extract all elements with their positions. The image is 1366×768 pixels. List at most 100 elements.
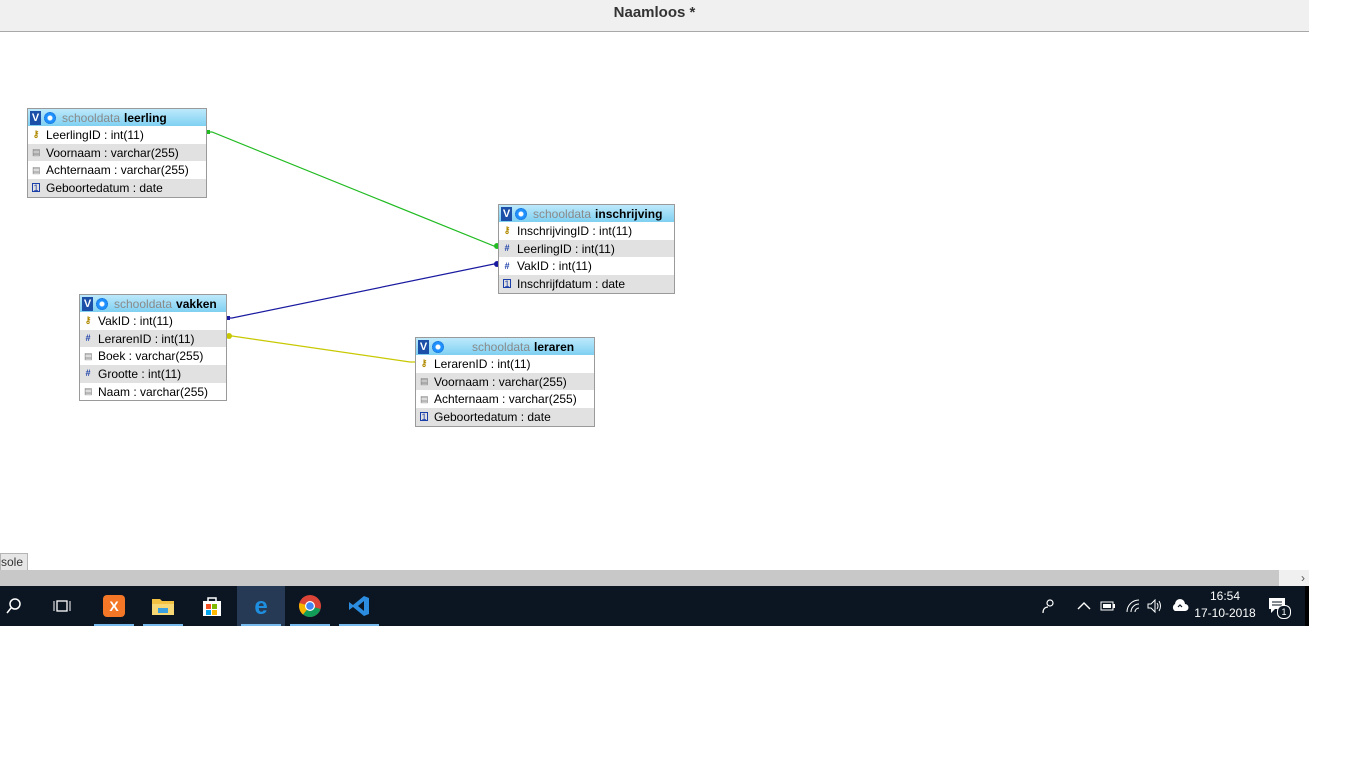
collapse-icon[interactable]: V — [501, 206, 512, 221]
notification-count: 1 — [1277, 605, 1291, 619]
column-row[interactable]: 1 Inschrijfdatum : date — [499, 275, 674, 293]
scroll-right-icon[interactable]: › — [1279, 570, 1309, 586]
horizontal-scrollbar[interactable]: › — [0, 570, 1309, 586]
table-schema: schooldata — [472, 339, 531, 354]
store-icon[interactable] — [188, 586, 236, 626]
collapse-icon[interactable]: V — [418, 339, 429, 354]
file-explorer-icon[interactable] — [139, 586, 187, 626]
column-label: Voornaam : varchar(255) — [434, 374, 567, 389]
date-icon: 1 — [503, 279, 511, 290]
column-label: LeerlingID : int(11) — [517, 241, 615, 256]
key-icon: ⚷ — [503, 225, 511, 236]
column-row[interactable]: 1 Geboortedatum : date — [416, 408, 594, 426]
column-label: LerarenID : int(11) — [98, 331, 195, 346]
gear-icon[interactable] — [515, 207, 527, 220]
table-name: leraren — [534, 339, 575, 354]
table-vakken[interactable]: V schooldata vakken ⚷ VakID : int(11) # Le… — [79, 294, 227, 402]
index-icon: # — [85, 333, 91, 344]
text-icon: ▤ — [84, 386, 93, 397]
column-row[interactable]: ▤ Voornaam : varchar(255) — [416, 372, 594, 391]
table-leerling[interactable]: V schooldata leerling ⚷ LeerlingID : int(… — [27, 108, 207, 198]
text-icon: ▤ — [84, 350, 93, 361]
relation-vakken-inschrijving — [227, 263, 499, 319]
column-row[interactable]: ▤ Boek : varchar(255) — [80, 347, 226, 365]
xampp-icon[interactable]: X — [90, 586, 138, 626]
gear-icon[interactable] — [432, 340, 444, 353]
battery-icon[interactable] — [1100, 586, 1116, 626]
relation-vakken-leraren — [227, 335, 415, 363]
window-title: Naamloos * — [613, 4, 696, 21]
cloud-upload-icon[interactable] — [1171, 586, 1189, 626]
table-leraren[interactable]: V schooldata leraren ⚷ LerarenID : int(11… — [415, 337, 595, 427]
column-label: Achternaam : varchar(255) — [46, 163, 189, 178]
column-label: LeerlingID : int(11) — [46, 127, 144, 142]
collapse-icon[interactable]: V — [30, 110, 41, 125]
key-icon: ⚷ — [32, 129, 40, 140]
column-row[interactable]: ▤ Naam : varchar(255) — [80, 383, 226, 401]
column-row[interactable]: ▤ Voornaam : varchar(255) — [28, 143, 206, 162]
chrome-icon[interactable] — [286, 586, 334, 626]
column-row[interactable]: ⚷ LeerlingID : int(11) — [28, 126, 206, 144]
relation-leerling-inschrijving — [207, 131, 499, 247]
search-icon[interactable] — [0, 586, 38, 626]
text-icon: ▤ — [32, 147, 41, 158]
column-label: Boek : varchar(255) — [98, 349, 204, 364]
table-schema: schooldata — [533, 206, 592, 221]
system-clock[interactable]: 16:54 17-10-2018 — [1190, 588, 1260, 622]
wifi-icon[interactable] — [1125, 586, 1141, 626]
index-icon: # — [504, 243, 510, 254]
edge-strip — [1305, 586, 1309, 626]
volume-icon[interactable] — [1147, 586, 1163, 626]
column-row[interactable]: ⚷ LerarenID : int(11) — [416, 355, 594, 373]
column-row[interactable]: ▤ Achternaam : varchar(255) — [416, 390, 594, 408]
column-label: Geboortedatum : date — [46, 180, 163, 195]
task-view-icon[interactable] — [38, 586, 86, 626]
column-label: Voornaam : varchar(255) — [46, 145, 179, 160]
column-row[interactable]: 1 Geboortedatum : date — [28, 179, 206, 197]
column-label: Grootte : int(11) — [98, 366, 182, 381]
gear-icon[interactable] — [44, 111, 56, 124]
table-header[interactable]: V schooldata vakken — [80, 295, 226, 312]
column-row[interactable]: # Grootte : int(11) — [80, 365, 226, 383]
collapse-icon[interactable]: V — [82, 296, 93, 311]
clock-time: 16:54 — [1209, 589, 1241, 603]
column-label: InschrijvingID : int(11) — [517, 223, 633, 238]
date-icon: 1 — [420, 412, 428, 423]
designer-canvas[interactable]: V schooldata leerling ⚷ LeerlingID : int(… — [0, 32, 1309, 570]
table-name: inschrijving — [595, 206, 663, 221]
edge-icon[interactable]: e — [237, 586, 285, 626]
index-icon: # — [85, 368, 91, 379]
column-label: Achternaam : varchar(255) — [434, 392, 577, 407]
key-icon: ⚷ — [420, 358, 428, 369]
people-icon[interactable] — [1040, 586, 1056, 626]
column-row[interactable]: ▤ Achternaam : varchar(255) — [28, 161, 206, 179]
column-row[interactable]: # VakID : int(11) — [499, 257, 674, 275]
column-row[interactable]: ⚷ InschrijvingID : int(11) — [499, 222, 674, 240]
console-tab[interactable]: sole — [0, 553, 29, 571]
column-label: Inschrijfdatum : date — [517, 276, 626, 291]
table-schema: schooldata — [62, 110, 121, 125]
table-name: leerling — [124, 110, 167, 125]
svg-text:X: X — [109, 598, 119, 614]
date-icon: 1 — [32, 183, 40, 194]
column-row[interactable]: ⚷ VakID : int(11) — [80, 312, 226, 330]
table-inschrijving[interactable]: V schooldata inschrijving ⚷ InschrijvingI… — [498, 204, 675, 294]
index-icon: # — [504, 260, 510, 271]
column-label: VakID : int(11) — [98, 313, 173, 328]
vscode-icon[interactable] — [335, 586, 383, 626]
column-row[interactable]: # LeerlingID : int(11) — [499, 239, 674, 258]
title-bar: Naamloos * — [0, 0, 1309, 32]
column-row[interactable]: # LerarenID : int(11) — [80, 329, 226, 348]
column-label: LerarenID : int(11) — [434, 356, 531, 371]
gear-icon[interactable] — [96, 297, 108, 310]
action-center-icon[interactable]: 1 — [1267, 586, 1291, 626]
table-header[interactable]: V schooldata leerling — [28, 109, 206, 126]
key-icon: ⚷ — [84, 315, 92, 326]
table-header[interactable]: V schooldata inschrijving — [499, 205, 674, 222]
svg-text:e: e — [254, 594, 267, 618]
column-label: Geboortedatum : date — [434, 409, 551, 424]
text-icon: ▤ — [420, 393, 429, 404]
text-icon: ▤ — [32, 164, 41, 175]
chevron-up-icon[interactable] — [1077, 586, 1091, 626]
table-header[interactable]: V schooldata leraren — [416, 338, 594, 355]
